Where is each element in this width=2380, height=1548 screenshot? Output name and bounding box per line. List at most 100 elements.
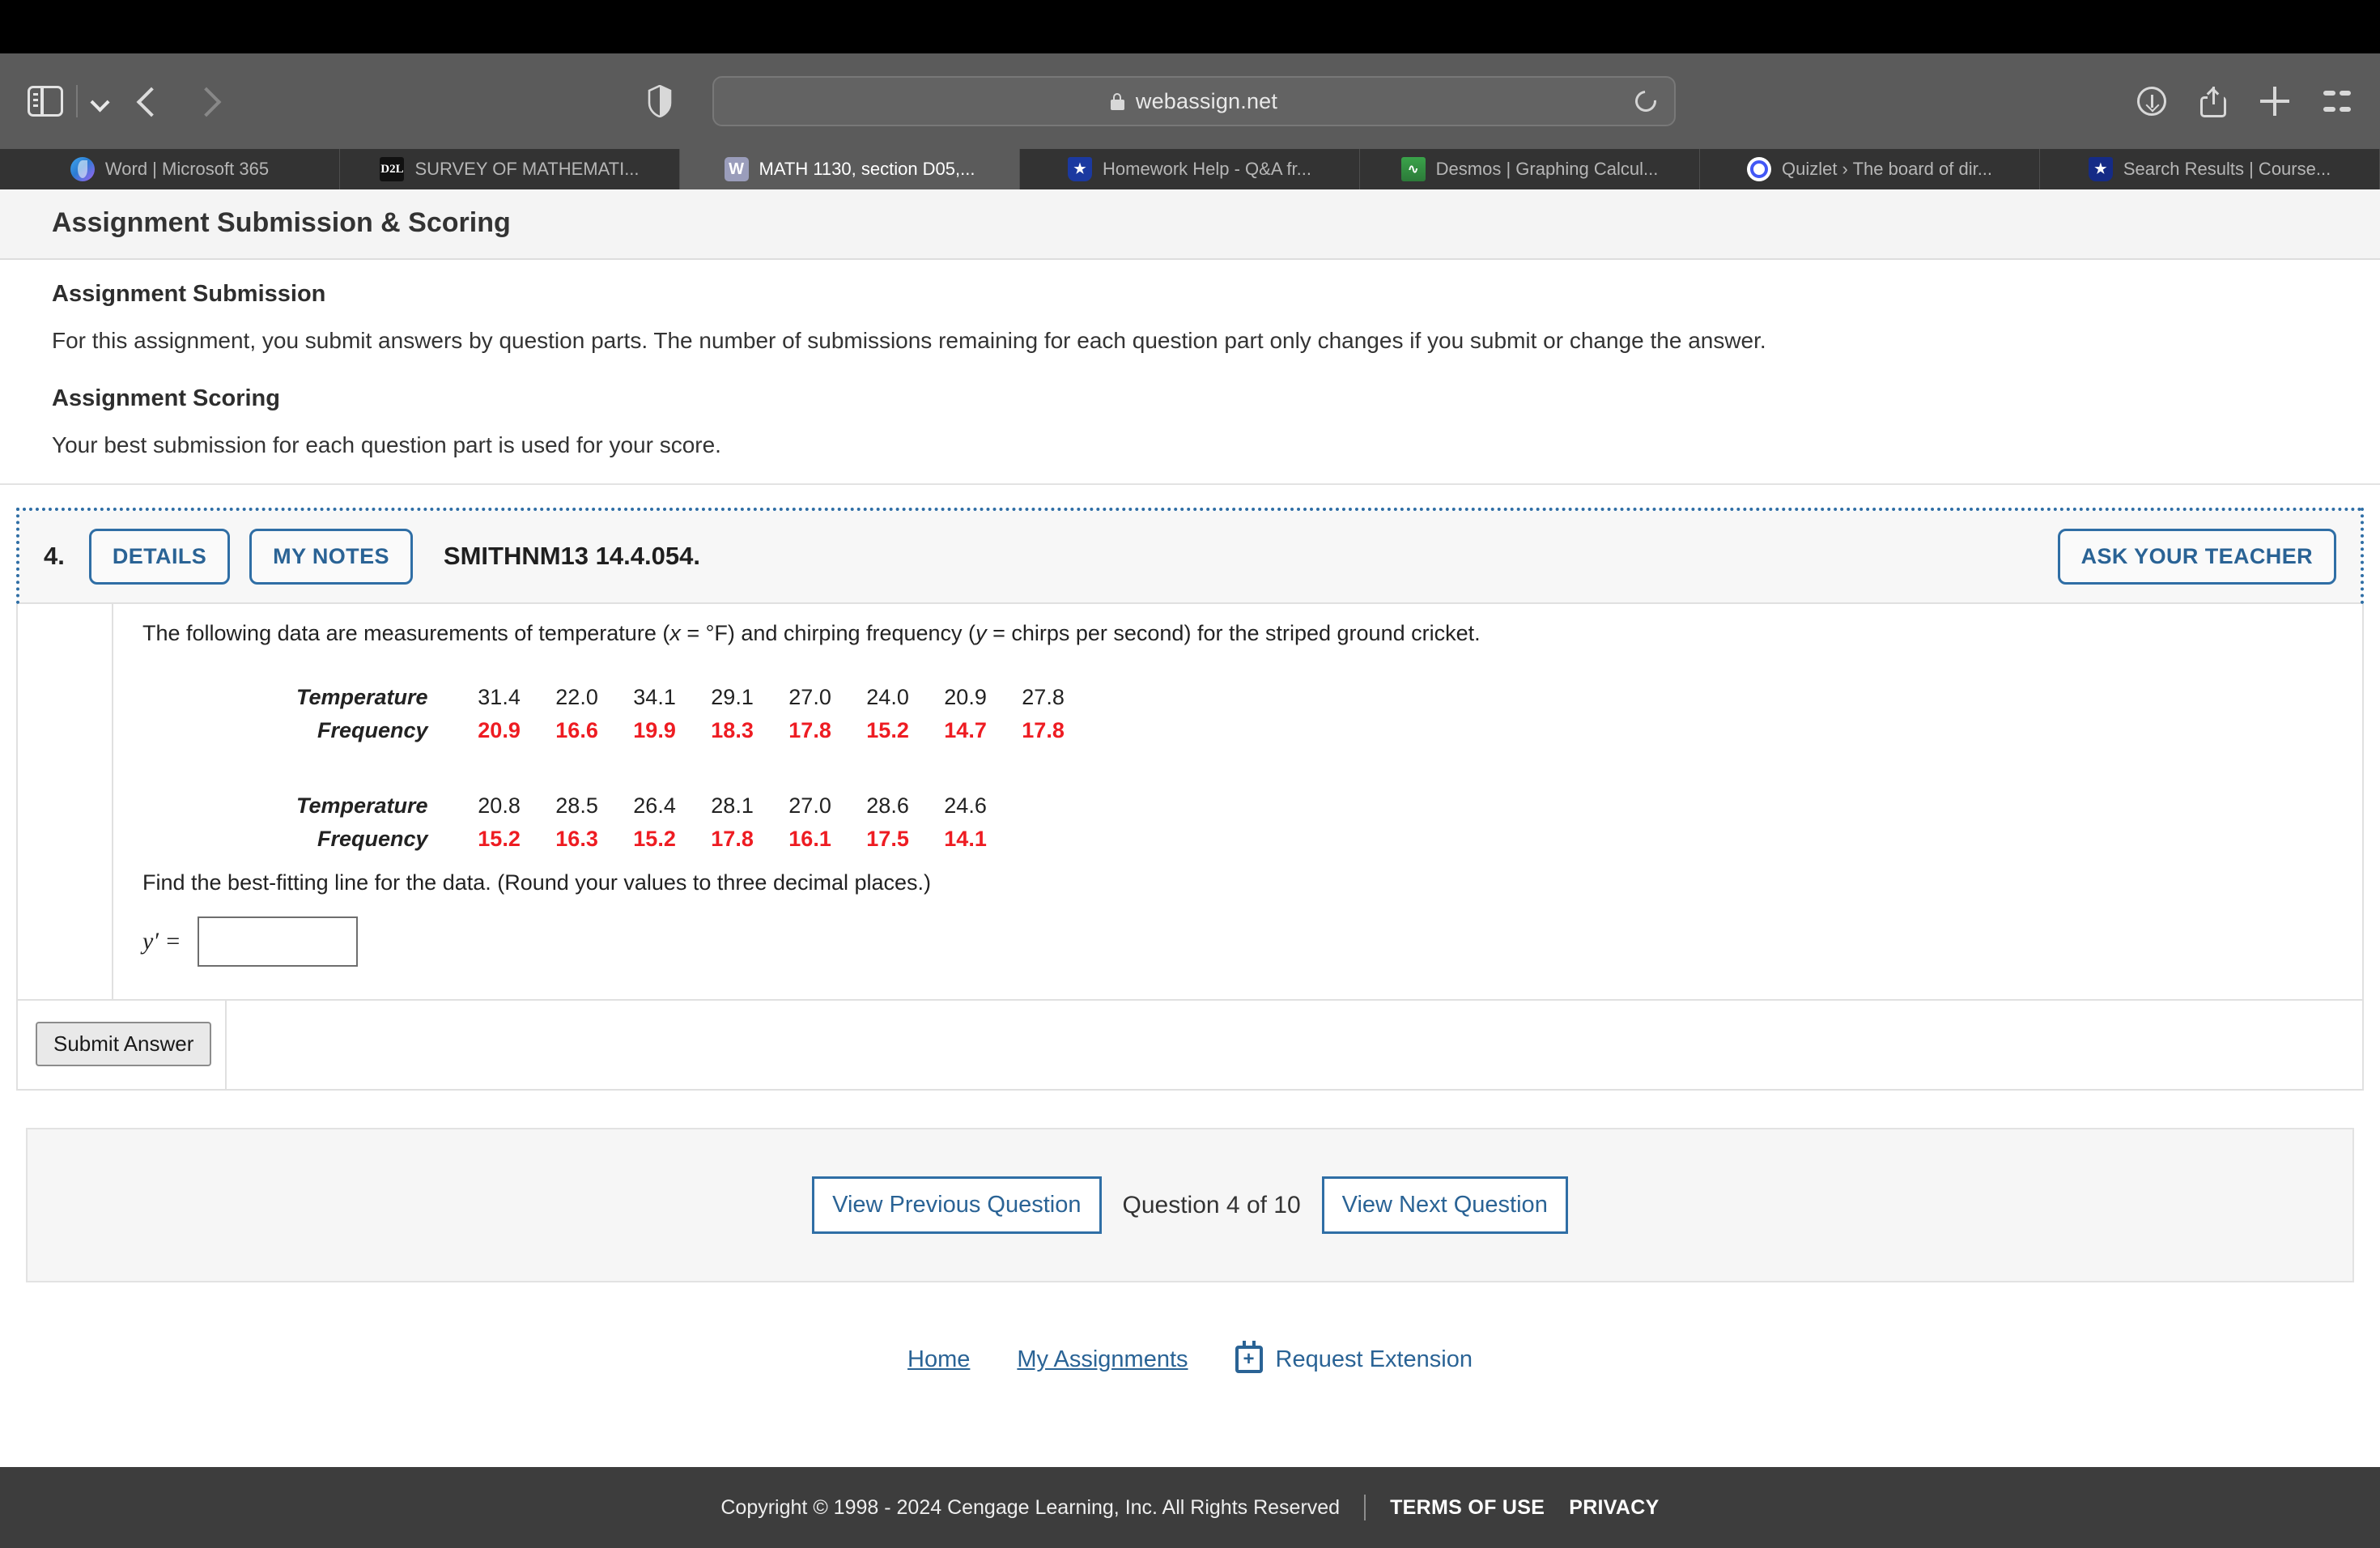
chevron-down-icon[interactable]	[91, 92, 108, 110]
tab-label: Search Results | Course...	[2123, 159, 2331, 179]
browser-tab-desmos[interactable]: ∿ Desmos | Graphing Calcul...	[1360, 149, 1700, 189]
coursehero-icon: ★	[2088, 157, 2113, 181]
view-next-question-button[interactable]: View Next Question	[1321, 1176, 1568, 1235]
row-label-temperature: Temperature	[296, 685, 428, 710]
cell-frequency: 15.2	[866, 718, 909, 743]
forward-icon[interactable]	[189, 83, 227, 120]
tab-bar: Word | Microsoft 365 D2L SURVEY OF MATHE…	[0, 149, 2380, 189]
question-header: 4. DETAILS MY NOTES SMITHNM13 14.4.054. …	[19, 510, 2361, 604]
copyright-bar: Copyright © 1998 - 2024 Cengage Learning…	[0, 1467, 2380, 1548]
cell-temperature: 27.0	[788, 685, 831, 710]
my-notes-button[interactable]: MY NOTES	[249, 528, 413, 585]
data-table-block-2: Temperature 20.8 28.5 26.4 28.1 27.0 28.…	[296, 789, 1005, 856]
browser-window: webassign.net Word | Microsoft 365 D2L S…	[0, 0, 2380, 1548]
calendar-plus-icon: +	[1235, 1341, 1263, 1374]
cell-frequency: 17.8	[1022, 718, 1065, 743]
data-table-group: Temperature 31.4 22.0 34.1 29.1 27.0 24.…	[296, 681, 2338, 856]
submit-cell: Submit Answer	[18, 1001, 227, 1090]
quizlet-icon	[1746, 157, 1771, 181]
view-previous-question-button[interactable]: View Previous Question	[812, 1176, 1102, 1235]
answer-row: y′ =	[142, 916, 2338, 968]
assignment-scoring-heading: Assignment Scoring	[52, 385, 280, 411]
browser-tab-quizlet[interactable]: Quizlet › The board of dir...	[1700, 149, 2040, 189]
cell-temperature: 34.1	[633, 685, 676, 710]
cell-frequency: 19.9	[633, 718, 676, 743]
footer-divider	[1364, 1495, 1366, 1520]
footer-links: Home My Assignments + Request Extension	[0, 1341, 2380, 1374]
address-bar[interactable]: webassign.net	[712, 76, 1676, 126]
browser-tab-d2l[interactable]: D2L SURVEY OF MATHEMATI...	[340, 149, 680, 189]
prompt-part-1: The following data are measurements of t…	[142, 620, 670, 645]
assignment-scoring-text: Your best submission for each question p…	[52, 432, 721, 457]
answer-label: y′ =	[142, 928, 181, 955]
browser-tab-word[interactable]: Word | Microsoft 365	[0, 149, 340, 189]
row-label-frequency: Frequency	[317, 718, 428, 743]
cell-temperature: 27.8	[1022, 685, 1065, 710]
cell-temperature: 22.0	[555, 685, 598, 710]
question-counter: Question 4 of 10	[1122, 1191, 1301, 1218]
question-content: The following data are measurements of t…	[113, 604, 2362, 1000]
cell-frequency: 14.7	[944, 718, 987, 743]
assignment-submission-heading: Assignment Submission	[52, 281, 326, 307]
request-extension-label: Request Extension	[1275, 1346, 1473, 1372]
row-label-temperature: Temperature	[296, 793, 428, 819]
tab-label: SURVEY OF MATHEMATI...	[414, 159, 640, 179]
tab-overview-icon[interactable]	[2323, 87, 2351, 115]
tab-label: Word | Microsoft 365	[104, 159, 270, 179]
prompt-var-x: x	[669, 620, 681, 645]
prompt-part-3: = chirps per second) for the striped gro…	[986, 620, 1481, 645]
ask-your-teacher-button[interactable]: ASK YOUR TEACHER	[2057, 528, 2336, 585]
table-row-temperature: Temperature 31.4 22.0 34.1 29.1 27.0 24.…	[296, 681, 1082, 714]
table-row-temperature: Temperature 20.8 28.5 26.4 28.1 27.0 28.…	[296, 789, 1005, 823]
cell-frequency: 16.3	[555, 827, 598, 852]
row-label-frequency: Frequency	[317, 827, 428, 852]
browser-tab-search-results[interactable]: ★ Search Results | Course...	[2040, 149, 2380, 189]
webassign-icon: W	[724, 157, 749, 181]
home-link[interactable]: Home	[907, 1346, 970, 1373]
download-icon[interactable]	[2137, 87, 2166, 116]
title-bar-strip	[0, 0, 2380, 53]
cell-frequency: 18.3	[711, 718, 754, 743]
cell-frequency: 14.1	[944, 827, 987, 852]
sidebar-toggle-icon[interactable]	[28, 86, 63, 117]
share-icon[interactable]	[2200, 85, 2226, 117]
d2l-icon: D2L	[380, 157, 405, 181]
cell-frequency: 17.8	[711, 827, 754, 852]
request-extension-link[interactable]: + Request Extension	[1235, 1341, 1473, 1374]
table-row-frequency: Frequency 20.9 16.6 19.9 18.3 17.8 15.2 …	[296, 714, 1082, 747]
shield-icon[interactable]	[648, 84, 672, 118]
browser-tab-webassign[interactable]: W MATH 1130, section D05,...	[680, 149, 1020, 189]
prompt-part-2: = °F) and chirping frequency (	[680, 620, 976, 645]
word-icon	[70, 157, 95, 181]
data-table-block-1: Temperature 31.4 22.0 34.1 29.1 27.0 24.…	[296, 681, 1082, 747]
page-content: Assignment Submission & Scoring Assignme…	[0, 189, 2380, 1548]
question-code: SMITHNM13 14.4.054.	[443, 542, 700, 571]
question-gutter	[18, 603, 113, 1000]
submit-bar: Submit Answer	[16, 1001, 2364, 1091]
prompt-var-y: y	[975, 620, 987, 645]
submit-answer-button[interactable]: Submit Answer	[36, 1022, 212, 1067]
question-navigation-panel: View Previous Question Question 4 of 10 …	[26, 1128, 2354, 1283]
toolbar-divider	[76, 85, 78, 117]
cell-temperature: 20.9	[944, 685, 987, 710]
answer-input[interactable]	[197, 916, 358, 968]
page-title: Assignment Submission & Scoring	[52, 207, 511, 238]
new-tab-icon[interactable]	[2260, 87, 2289, 116]
browser-tab-homework-help[interactable]: ★ Homework Help - Q&A fr...	[1020, 149, 1360, 189]
cell-frequency: 16.1	[788, 827, 831, 852]
privacy-link[interactable]: PRIVACY	[1569, 1496, 1659, 1520]
cell-temperature: 24.0	[866, 685, 909, 710]
cell-frequency: 16.6	[555, 718, 598, 743]
cell-frequency: 17.8	[788, 718, 831, 743]
assignment-header: Assignment Submission & Scoring	[0, 189, 2380, 260]
assignment-info-block: Assignment Submission For this assignmen…	[0, 260, 2380, 485]
terms-of-use-link[interactable]: TERMS OF USE	[1390, 1496, 1545, 1520]
coursehero-icon: ★	[1068, 157, 1093, 181]
my-assignments-link[interactable]: My Assignments	[1017, 1346, 1188, 1373]
back-icon[interactable]	[130, 83, 167, 120]
details-button[interactable]: DETAILS	[88, 528, 231, 585]
tab-label: Desmos | Graphing Calcul...	[1435, 159, 1659, 179]
lock-icon	[1110, 92, 1124, 110]
tab-label: Homework Help - Q&A fr...	[1103, 159, 1311, 179]
tab-label: MATH 1130, section D05,...	[759, 159, 975, 179]
